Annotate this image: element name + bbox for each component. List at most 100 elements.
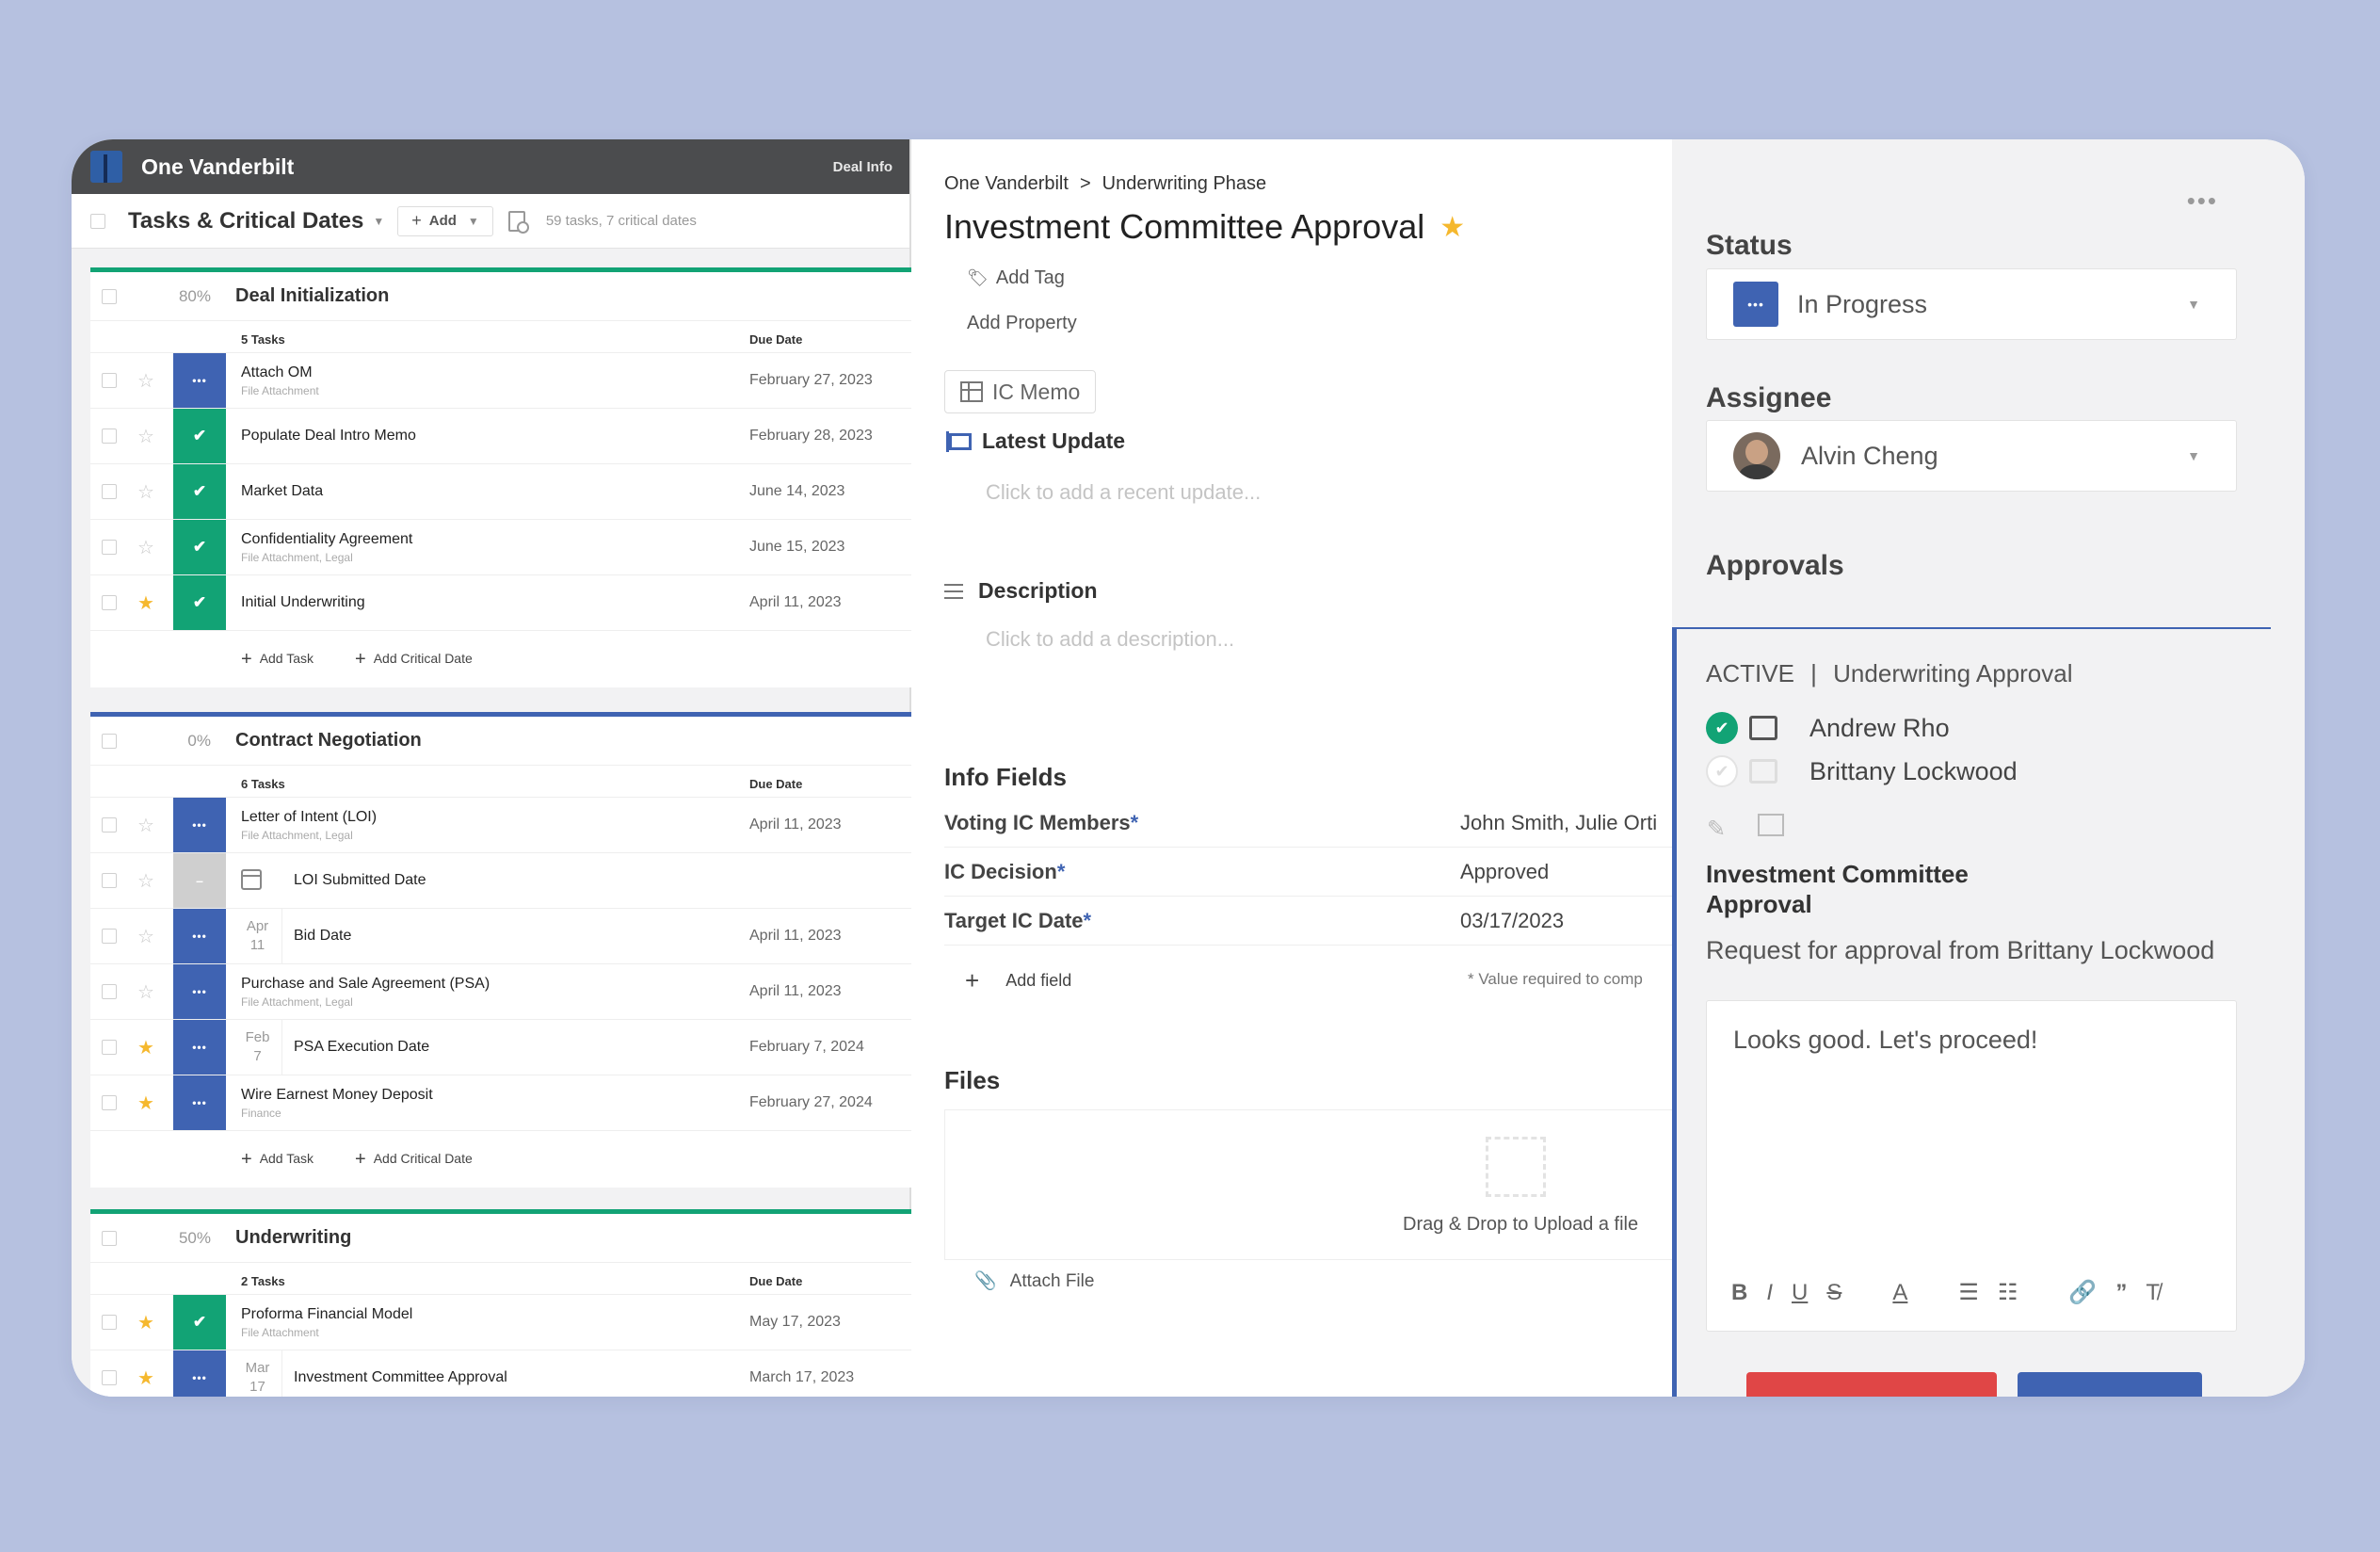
task-name[interactable]: PSA Execution Date: [294, 1039, 429, 1056]
row-checkbox[interactable]: [102, 1370, 117, 1385]
group-checkbox[interactable]: [102, 733, 117, 749]
task-due-date[interactable]: May 17, 2023: [749, 1314, 841, 1331]
row-checkbox[interactable]: [102, 929, 117, 944]
link-icon[interactable]: 🔗: [2068, 1279, 2097, 1306]
task-name[interactable]: Initial Underwriting: [241, 594, 365, 611]
approve-button[interactable]: [2018, 1372, 2202, 1397]
table-row[interactable]: ☆ ✔ Market Data June 14, 2023: [90, 464, 911, 520]
row-checkbox[interactable]: [102, 1315, 117, 1330]
star-icon[interactable]: ★: [136, 591, 156, 615]
task-due-date[interactable]: April 11, 2023: [749, 983, 842, 1000]
star-icon[interactable]: ☆: [136, 980, 156, 1004]
info-field-row[interactable]: IC Decision* Approved: [944, 848, 1672, 897]
task-name[interactable]: Wire Earnest Money Deposit: [241, 1087, 433, 1104]
task-due-date[interactable]: April 11, 2023: [749, 928, 842, 945]
star-icon[interactable]: ★: [136, 1091, 156, 1115]
status-square-in-progress[interactable]: •••: [173, 964, 226, 1019]
task-name[interactable]: Letter of Intent (LOI): [241, 809, 377, 826]
row-checkbox[interactable]: [102, 540, 117, 555]
deal-info-link[interactable]: Deal Info: [833, 159, 892, 175]
comment-icon[interactable]: [1749, 759, 1777, 784]
strikethrough-icon[interactable]: S: [1826, 1280, 1841, 1306]
tasks-title[interactable]: Tasks & Critical Dates: [128, 208, 363, 234]
add-property-button[interactable]: Add Property: [967, 313, 1077, 334]
row-checkbox[interactable]: [102, 873, 117, 888]
comment-icon[interactable]: [1749, 716, 1777, 740]
add-button[interactable]: + Add ▼: [397, 205, 493, 236]
task-due-date[interactable]: April 11, 2023: [749, 816, 842, 833]
status-square-in-progress[interactable]: •••: [173, 1075, 226, 1130]
group-checkbox[interactable]: [102, 288, 117, 304]
table-row[interactable]: ☆ ✔ Populate Deal Intro Memo February 28…: [90, 409, 911, 464]
table-row[interactable]: ★ ✔ Initial Underwriting April 11, 2023: [90, 575, 911, 631]
document-search-icon[interactable]: [507, 210, 529, 234]
task-due-date[interactable]: March 17, 2023: [749, 1369, 854, 1386]
bold-icon[interactable]: B: [1731, 1280, 1747, 1306]
star-icon[interactable]: ☆: [136, 536, 156, 559]
star-icon[interactable]: ☆: [136, 480, 156, 504]
table-row[interactable]: ☆ – LOI Submitted Date: [90, 853, 911, 909]
task-due-date[interactable]: February 28, 2023: [749, 428, 873, 445]
status-square-in-progress[interactable]: •••: [173, 353, 226, 408]
breadcrumb-project[interactable]: One Vanderbilt: [944, 173, 1069, 194]
group-title[interactable]: Contract Negotiation: [235, 730, 422, 752]
file-dropzone[interactable]: Drag & Drop to Upload a file: [944, 1109, 1672, 1260]
table-row[interactable]: ★ ••• Mar 17 Investment Committee Approva…: [90, 1350, 911, 1397]
task-name[interactable]: Attach OM: [241, 364, 319, 381]
reject-button[interactable]: [1746, 1372, 1997, 1397]
task-due-date[interactable]: June 14, 2023: [749, 483, 844, 500]
row-checkbox[interactable]: [102, 428, 117, 444]
row-checkbox[interactable]: [102, 595, 117, 610]
task-name[interactable]: LOI Submitted Date: [294, 872, 426, 889]
comment-editor[interactable]: Looks good. Let's proceed! B I U S A ☰ ☷…: [1706, 1000, 2237, 1332]
star-icon[interactable]: ☆: [136, 869, 156, 893]
table-row[interactable]: ☆ ••• Purchase and Sale Agreement (PSA) …: [90, 964, 911, 1020]
star-icon[interactable]: ☆: [136, 369, 156, 393]
task-name[interactable]: Proforma Financial Model: [241, 1306, 412, 1323]
italic-icon[interactable]: I: [1766, 1280, 1773, 1306]
task-due-date[interactable]: February 7, 2024: [749, 1039, 864, 1056]
underline-icon[interactable]: U: [1792, 1280, 1808, 1306]
star-icon[interactable]: ☆: [136, 425, 156, 448]
group-header[interactable]: 0% Contract Negotiation: [90, 717, 911, 766]
row-checkbox[interactable]: [102, 1040, 117, 1055]
comment-text[interactable]: Looks good. Let's proceed!: [1733, 1026, 2037, 1055]
add-task-button[interactable]: + Add Task: [241, 1149, 314, 1171]
status-square-complete[interactable]: ✔: [173, 575, 226, 630]
table-row[interactable]: ★ ••• Wire Earnest Money Deposit Finance…: [90, 1075, 911, 1131]
group-header[interactable]: 50% Underwriting: [90, 1214, 911, 1263]
status-square-complete[interactable]: ✔: [173, 520, 226, 574]
status-square-complete[interactable]: ✔: [173, 1295, 226, 1350]
add-task-button[interactable]: + Add Task: [241, 649, 314, 671]
pencil-icon[interactable]: ✎: [1707, 816, 1726, 843]
task-due-date[interactable]: February 27, 2024: [749, 1094, 873, 1111]
task-name[interactable]: Market Data: [241, 483, 323, 500]
row-checkbox[interactable]: [102, 484, 117, 499]
status-square-complete[interactable]: ✔: [173, 464, 226, 519]
status-select[interactable]: ••• In Progress ▼: [1706, 268, 2237, 340]
add-tag-button[interactable]: 🏷 Add Tag: [967, 267, 1065, 289]
more-options-icon[interactable]: •••: [2187, 186, 2218, 216]
envelope-icon[interactable]: [1758, 814, 1784, 836]
row-checkbox[interactable]: [102, 817, 117, 833]
clear-format-icon[interactable]: T̸: [2146, 1280, 2160, 1306]
table-row[interactable]: ★ ••• Feb 7 PSA Execution Date February 7…: [90, 1020, 911, 1075]
star-icon[interactable]: ★: [136, 1036, 156, 1059]
task-name[interactable]: Purchase and Sale Agreement (PSA): [241, 976, 490, 993]
add-critical-date-button[interactable]: + Add Critical Date: [355, 649, 473, 671]
star-icon[interactable]: ★: [136, 1311, 156, 1334]
table-row[interactable]: ☆ ✔ Confidentiality Agreement File Attac…: [90, 520, 911, 575]
field-value[interactable]: Approved: [1460, 860, 1549, 884]
ordered-list-icon[interactable]: ☰: [1958, 1279, 1979, 1306]
task-name[interactable]: Populate Deal Intro Memo: [241, 428, 416, 445]
add-field-button[interactable]: + Add field: [965, 966, 1071, 995]
task-name[interactable]: Bid Date: [294, 928, 351, 945]
table-row[interactable]: ★ ✔ Proforma Financial Model File Attach…: [90, 1295, 911, 1350]
task-due-date[interactable]: February 27, 2023: [749, 372, 873, 389]
group-checkbox[interactable]: [102, 1230, 117, 1246]
status-square-pending[interactable]: –: [173, 853, 226, 908]
latest-update-input[interactable]: Click to add a recent update...: [986, 480, 1261, 505]
description-input[interactable]: Click to add a description...: [986, 627, 1234, 652]
bullet-list-icon[interactable]: ☷: [1998, 1279, 2018, 1306]
row-checkbox[interactable]: [102, 984, 117, 999]
